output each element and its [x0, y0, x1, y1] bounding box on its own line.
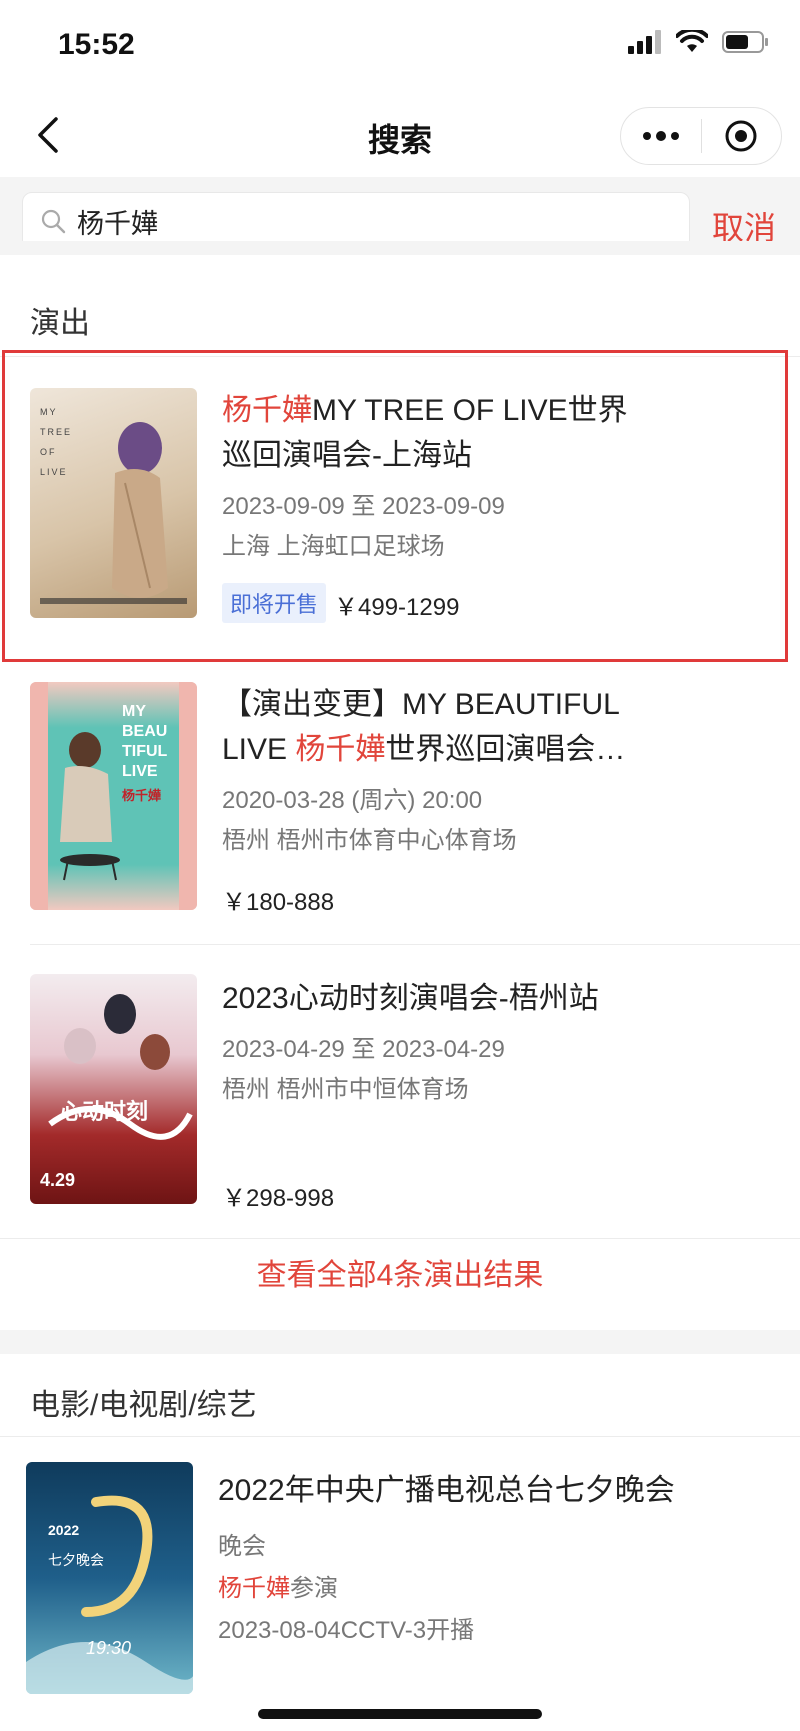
poster-text: 2022 [48, 1522, 80, 1538]
show-date: 2023-04-29 至 2023-04-29 [222, 1036, 505, 1063]
miniapp-capsule [620, 107, 782, 165]
show-title-text: MY TREE OF LIVE世界 [312, 394, 628, 427]
show-venue: 上海 上海虹口足球场 [222, 533, 445, 560]
show-price: ￥180-888 [222, 889, 335, 916]
show-date: 2020-03-28 (周六) 20:00 [222, 787, 483, 814]
media-cast: 杨千嬅参演 [218, 1568, 338, 1603]
target-icon [725, 120, 757, 152]
divider [0, 356, 800, 357]
search-icon [41, 209, 66, 234]
show-title-text: 世界巡回演唱会… [385, 733, 626, 766]
show-title: 【演出变更】MY BEAUTIFUL LIVE 杨千嬅世界巡回演唱会… [222, 682, 722, 772]
show-poster: MY TREE OF LIVE [30, 388, 197, 618]
signal-icon [628, 30, 661, 54]
poster-text: 杨千嬅 [122, 788, 162, 803]
status-time: 15:52 [58, 28, 135, 61]
poster-text: MY [122, 703, 146, 720]
media-title: 2022年中央广播电视总台七夕晚会 [218, 1474, 675, 1507]
poster-text: LIVE [122, 763, 158, 780]
show-price: ￥298-998 [222, 1185, 335, 1212]
highlight-keyword: 杨千嬅 [295, 733, 386, 766]
media-air-date: 2023-08-04CCTV-3开播 [218, 1617, 475, 1644]
view-all-shows-link[interactable]: 查看全部4条演出结果 [0, 1250, 800, 1294]
more-button[interactable] [621, 108, 701, 164]
search-input[interactable] [77, 205, 637, 237]
show-poster: MY BEAU TIFUL LIVE 杨千嬅 [30, 682, 197, 910]
poster-art [26, 1495, 193, 1694]
media-cast-suffix: 参演 [290, 1575, 338, 1602]
poster-text: TIFUL [122, 743, 168, 760]
section-title-shows: 演出 [30, 307, 90, 340]
show-price: ￥499-1299 [334, 594, 460, 621]
status-badge: 即将开售 [222, 583, 327, 623]
show-poster: 心动时刻 4.29 [30, 974, 197, 1204]
show-item[interactable]: MY BEAU TIFUL LIVE 杨千嬅 【演出变更】MY BEAUTIFU… [0, 662, 800, 942]
status-icons [628, 30, 770, 54]
media-category: 晚会 [218, 1533, 266, 1560]
show-venue: 梧州 梧州市中恒体育场 [222, 1076, 469, 1103]
divider [0, 1436, 800, 1437]
show-item[interactable]: 心动时刻 4.29 2023心动时刻演唱会-梧州站 2023-04-29 至 2… [0, 946, 800, 1236]
poster-text: 4.29 [40, 1170, 76, 1190]
wifi-icon [676, 30, 708, 52]
battery-icon [722, 31, 768, 53]
show-title: 杨千嬅MY TREE OF LIVE世界巡回演唱会-上海站 [222, 388, 682, 478]
media-item[interactable]: 2022 七夕晚会 19:30 2022年中央广播电视总台七夕晚会 晚会 杨千嬅… [0, 1438, 800, 1708]
divider [0, 1238, 800, 1239]
show-title-text: 巡回演唱会-上海站 [222, 439, 472, 472]
poster-text: BEAU [122, 723, 168, 740]
section-gap [0, 1330, 800, 1354]
close-miniapp-button[interactable] [702, 108, 782, 164]
search-area-bottom [0, 241, 800, 255]
show-item[interactable]: MY TREE OF LIVE 杨千嬅MY TREE OF LIVE世界巡回演唱… [0, 358, 800, 658]
show-title-text: 【演出变更】MY BEAUTIFUL [222, 688, 620, 721]
poster-text: 19:30 [86, 1638, 132, 1658]
poster-text: MY [40, 407, 58, 417]
poster-text: TREE [40, 427, 73, 437]
search-area: 取消 [0, 177, 800, 250]
poster-text: LIVE [40, 467, 68, 477]
highlight-keyword: 杨千嬅 [218, 1575, 290, 1602]
poster-text: OF [40, 447, 57, 457]
show-title-text: LIVE [222, 733, 296, 766]
more-dots-icon [642, 131, 679, 141]
poster-text: 七夕晚会 [48, 1552, 104, 1568]
section-title-media: 电影/电视剧/综艺 [30, 1389, 257, 1422]
highlight-keyword: 杨千嬅 [222, 394, 312, 427]
poster-lines: MY TREE OF LIVE [40, 402, 72, 482]
poster-text: 心动时刻 [60, 1099, 149, 1124]
nav-bar: 搜索 [0, 95, 800, 177]
poster-lines: MY BEAU TIFUL LIVE 杨千嬅 [122, 702, 167, 806]
status-bar: 15:52 [0, 0, 800, 95]
poster-art [30, 682, 197, 910]
divider [30, 944, 800, 945]
home-indicator [258, 1709, 542, 1719]
show-venue: 梧州 梧州市体育中心体育场 [222, 827, 517, 854]
show-title: 2023心动时刻演唱会-梧州站 [222, 982, 599, 1015]
show-date: 2023-09-09 至 2023-09-09 [222, 493, 505, 520]
media-poster: 2022 七夕晚会 19:30 [26, 1462, 193, 1694]
